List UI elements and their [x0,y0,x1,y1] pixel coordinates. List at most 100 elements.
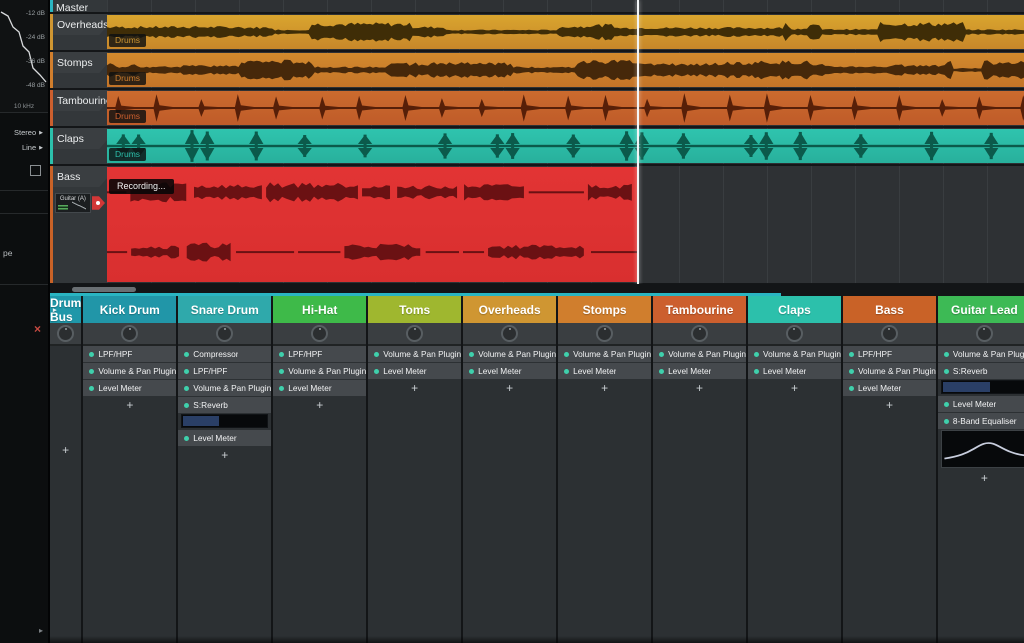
plugin-item[interactable]: Volume & Pan Plugin [843,363,936,379]
plugin-item[interactable]: S:Reverb [178,397,271,413]
track-header-overheads[interactable]: Overheads [50,14,107,50]
add-plugin-button[interactable]: + [83,397,176,413]
track-lane[interactable]: Drums [107,90,1024,126]
plugin-item[interactable]: Volume & Pan Plugin [83,363,176,379]
audio-clip[interactable]: Drums [107,129,1024,163]
plugin-item[interactable]: Level Meter [938,396,1024,412]
stereo-selector[interactable]: Stereo ▶ [0,125,48,140]
mixer-channel-header[interactable]: Bass [843,296,936,323]
channel-pan-knob[interactable] [881,325,898,342]
main-area: Master OverheadsDrumsStompsDrumsTambouri… [50,0,1024,643]
plugin-list: Volume & Pan PluginS:Reverb Level Meter8-… [938,346,1024,643]
audio-clip[interactable]: Drums [107,53,1024,87]
close-icon[interactable]: × [34,322,41,336]
plugin-item[interactable]: Level Meter [748,363,841,379]
track-lane[interactable]: Drums [107,128,1024,164]
channel-pan-knob[interactable] [501,325,518,342]
plugin-item[interactable]: Volume & Pan Plugin [368,346,461,362]
audio-clip[interactable]: Recording... [107,167,637,282]
input-device-chip[interactable]: Guitar (A) [55,193,91,213]
line-selector[interactable]: Line ▶ [0,140,48,155]
plugin-enabled-dot [374,369,379,374]
mixer-channel-header[interactable]: Tambourine [653,296,746,323]
channel-pan-knob[interactable] [786,325,803,342]
track-header-master[interactable]: Master [50,0,107,12]
mixer-channel-header[interactable]: Kick Drum [83,296,176,323]
add-plugin-button[interactable]: + [748,380,841,396]
input-monitor-chip[interactable]: Guitar (A) [55,193,105,213]
plugin-item[interactable]: 8-Band Equaliser [938,413,1024,429]
plugin-name: Volume & Pan Plugin [383,349,461,359]
mixer-channel-header[interactable]: Claps [748,296,841,323]
plugin-name: Volume & Pan Plugin [98,366,176,376]
mixer-channel-kick-drum: Kick Drum LPF/HPF Volume & Pan Plugin Level… [83,296,178,643]
plugin-item[interactable]: Level Meter [843,380,936,396]
track-header-bass[interactable]: BassGuitar (A) [50,166,107,283]
add-plugin-button[interactable]: + [938,470,1024,486]
horizontal-scrollbar[interactable] [72,287,136,292]
plugin-item[interactable]: Volume & Pan Plugin [748,346,841,362]
plugin-item[interactable]: Volume & Pan Plugin [178,380,271,396]
add-plugin-button[interactable]: + [558,380,651,396]
add-plugin-button[interactable]: + [178,447,271,463]
track-header-stomps[interactable]: Stomps [50,52,107,88]
plugin-item[interactable]: Level Meter [463,363,556,379]
input-signal-line [72,201,86,210]
plugin-item[interactable]: LPF/HPF [843,346,936,362]
mixer-channel-header[interactable]: Hi-Hat [273,296,366,323]
plugin-enabled-dot [469,352,474,357]
channel-pan-knob[interactable] [596,325,613,342]
plugin-item[interactable]: Volume & Pan Plugin [653,346,746,362]
plugin-name: Volume & Pan Plugin [573,349,651,359]
channel-pan-knob[interactable] [691,325,708,342]
add-plugin-button[interactable]: + [50,442,81,458]
track-lane[interactable]: Recording... [107,166,1024,283]
channel-pan-knob[interactable] [57,325,74,342]
mixer-channel-snare-drum: Snare Drum CompressorLPF/HPFVolume & Pan … [178,296,273,643]
plugin-item[interactable]: LPF/HPF [178,363,271,379]
mixer-channel-header[interactable]: ▸Drum Bus [50,296,81,323]
plugin-item[interactable]: Level Meter [273,380,366,396]
plugin-item[interactable]: Level Meter [178,430,271,446]
add-plugin-button[interactable]: + [368,380,461,396]
mixer-channel-header[interactable]: Overheads [463,296,556,323]
plugin-item[interactable]: LPF/HPF [83,346,176,362]
mixer-channel-header[interactable]: Guitar Lead [938,296,1024,323]
channel-pan-knob[interactable] [121,325,138,342]
plugin-enabled-dot [89,352,94,357]
mixer-channel-header[interactable]: Snare Drum [178,296,271,323]
plugin-item[interactable]: Level Meter [558,363,651,379]
channel-pan-knob[interactable] [976,325,993,342]
mixer-channel-header[interactable]: Stomps [558,296,651,323]
plugin-item[interactable]: Volume & Pan Plugin [463,346,556,362]
plugin-enabled-dot [849,352,854,357]
audio-clip[interactable]: Drums [107,91,1024,125]
channel-pan-knob[interactable] [311,325,328,342]
track-header-claps[interactable]: Claps [50,128,107,164]
plugin-item[interactable]: LPF/HPF [273,346,366,362]
add-plugin-button[interactable]: + [653,380,746,396]
track-header-tambourine[interactable]: Tambourine [50,90,107,126]
expand-arrow-icon[interactable]: ▸ [39,626,43,635]
plugin-item[interactable]: Volume & Pan Plugin [558,346,651,362]
mixer-channel-header[interactable]: Toms [368,296,461,323]
track-lane[interactable] [107,0,1024,12]
track-lane[interactable]: Drums [107,52,1024,88]
playhead[interactable] [637,0,639,284]
plugin-item[interactable]: Compressor [178,346,271,362]
plugin-list: + [50,346,81,643]
plugin-item[interactable]: Level Meter [653,363,746,379]
channel-pan-knob[interactable] [406,325,423,342]
channel-pan-knob[interactable] [216,325,233,342]
add-plugin-button[interactable]: + [463,380,556,396]
audio-clip[interactable]: Drums [107,15,1024,49]
checkbox[interactable] [30,165,41,176]
track-lane[interactable]: Drums [107,14,1024,50]
plugin-item[interactable]: Level Meter [368,363,461,379]
plugin-item[interactable]: S:Reverb [938,363,1024,379]
add-plugin-button[interactable]: + [273,397,366,413]
plugin-item[interactable]: Level Meter [83,380,176,396]
add-plugin-button[interactable]: + [843,397,936,413]
plugin-item[interactable]: Volume & Pan Plugin [273,363,366,379]
plugin-item[interactable]: Volume & Pan Plugin [938,346,1024,362]
